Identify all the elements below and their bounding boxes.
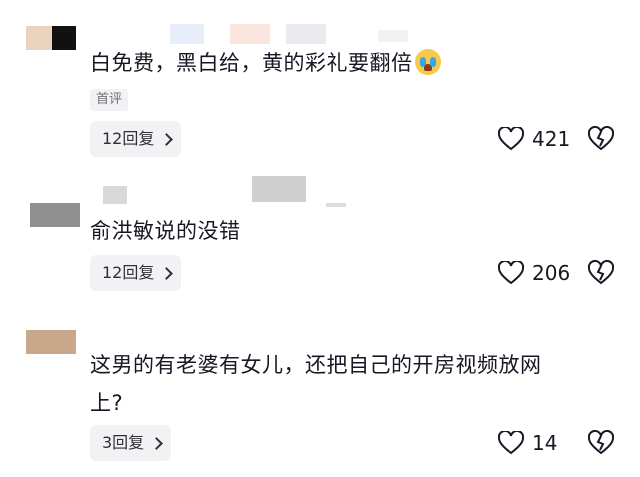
comment-text: 这男的有老婆有女儿，还把自己的开房视频放网 上? (90, 346, 620, 422)
like-button[interactable]: 421 (498, 124, 570, 154)
heart-icon (498, 261, 524, 285)
like-count: 14 (532, 431, 558, 455)
heart-icon (498, 127, 524, 151)
crying-face-icon (414, 49, 441, 75)
comment-text: 白免费，黑白给，黄的彩礼要翻倍 (90, 45, 620, 81)
masked-header (170, 20, 410, 44)
first-comment-badge: 首评 (90, 89, 129, 111)
broken-heart-icon[interactable] (588, 126, 614, 152)
comment-text: 俞洪敏说的没错 (90, 219, 241, 243)
like-count: 421 (532, 127, 571, 151)
replies-label: 12回复 (102, 263, 155, 282)
chevron-right-icon (160, 266, 174, 280)
like-button[interactable]: 206 (498, 258, 570, 288)
chevron-right-icon (160, 132, 174, 146)
heart-icon (498, 431, 524, 455)
comment-text-line: 上? (90, 391, 124, 415)
avatar[interactable] (26, 330, 76, 354)
view-replies-button[interactable]: 12回复 (90, 255, 182, 291)
masked-username (326, 203, 346, 207)
replies-label: 12回复 (102, 129, 155, 148)
masked-username (103, 186, 127, 204)
comment-text-content: 白免费，黑白给，黄的彩礼要翻倍 (90, 51, 413, 75)
like-count: 206 (532, 261, 571, 285)
masked-username (252, 176, 306, 202)
chevron-right-icon (150, 436, 164, 450)
comment-text-line: 这男的有老婆有女儿，还把自己的开房视频放网 (90, 353, 542, 377)
broken-heart-icon[interactable] (588, 260, 614, 286)
broken-heart-icon[interactable] (588, 430, 614, 456)
view-replies-button[interactable]: 12回复 (90, 121, 182, 157)
avatar[interactable] (30, 203, 80, 227)
replies-label: 3回复 (102, 433, 145, 452)
avatar[interactable] (26, 26, 76, 50)
like-button[interactable]: 14 (498, 428, 557, 458)
view-replies-button[interactable]: 3回复 (90, 425, 172, 461)
